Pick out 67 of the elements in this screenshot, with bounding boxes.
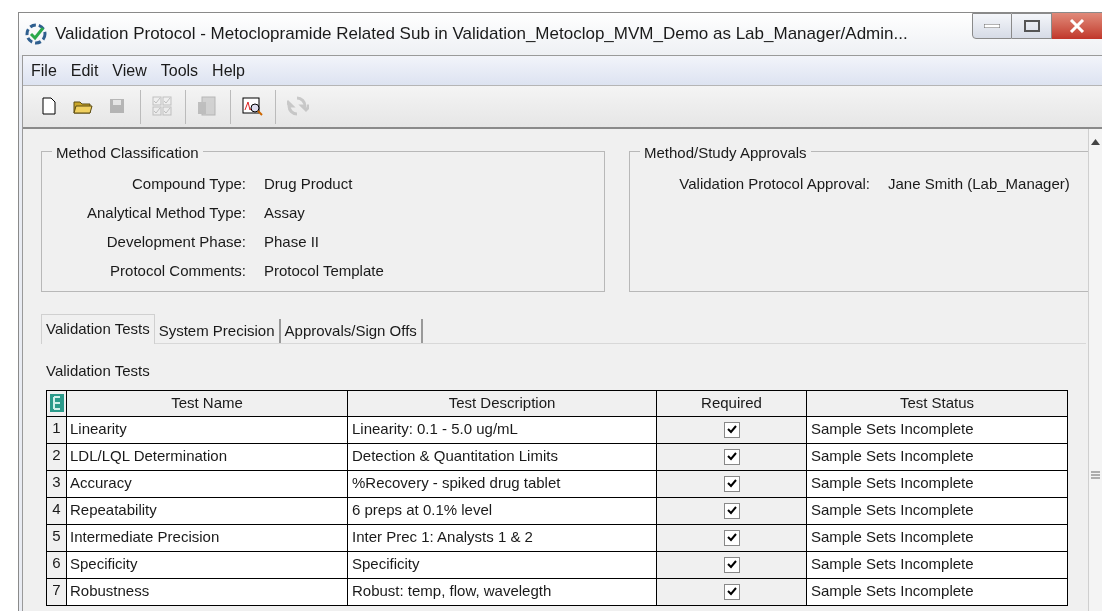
table-cell: %Recovery - spiked drug tablet [347, 470, 657, 497]
checkbox[interactable] [723, 502, 740, 519]
app-logo-icon [25, 23, 47, 45]
maximize-button[interactable] [1012, 13, 1052, 39]
row-number: 4 [46, 497, 67, 524]
table-cell: Sample Sets Incomplete [806, 524, 1068, 551]
section-title: Validation Tests [46, 361, 151, 381]
field-label: Development Phase: [105, 232, 247, 253]
table-cell: Sample Sets Incomplete [806, 470, 1068, 497]
table-cell: Repeatability [66, 497, 348, 524]
table-cell: Inter Prec 1: Analysts 1 & 2 [347, 524, 657, 551]
menu-item[interactable]: File [31, 58, 57, 83]
field-value: Jane Smith (Lab_Manager) [888, 174, 1070, 195]
window-title: Validation Protocol - Metoclopramide Related Sub in Validation_Metoclop_MVM_Demo as Lab_Manager/Admin... [55, 23, 908, 46]
minimize-icon [984, 24, 1000, 28]
scroll-grip-icon [1091, 471, 1100, 479]
table-cell: Accuracy [66, 470, 348, 497]
close-button[interactable] [1052, 13, 1102, 39]
table-cell: Specificity [347, 551, 657, 578]
menu-item[interactable]: View [112, 58, 147, 83]
table-cell: Sample Sets Incomplete [806, 578, 1068, 605]
table-cell: Linearity: 0.1 - 5.0 ug/mL [347, 416, 657, 443]
table-cell: Sample Sets Incomplete [806, 551, 1068, 578]
checkbox[interactable] [723, 529, 740, 546]
table-cell: 6 preps at 0.1% level [347, 497, 657, 524]
column-header[interactable]: Required [656, 390, 807, 416]
row-number: 7 [46, 578, 67, 605]
menu-item[interactable]: Help [212, 58, 245, 83]
field-value: Assay [264, 203, 305, 224]
column-header[interactable]: Test Status [806, 390, 1068, 416]
scroll-up-arrow-icon[interactable] [1091, 139, 1100, 145]
field-label: Protocol Comments: [109, 261, 247, 282]
table-cell: Sample Sets Incomplete [806, 416, 1068, 443]
table-menu-icon[interactable] [49, 394, 64, 412]
checkbox[interactable] [723, 421, 740, 438]
checkbox[interactable] [723, 475, 740, 492]
row-number: 5 [46, 524, 67, 551]
field-label: Analytical Method Type: [86, 203, 247, 224]
maximize-icon [1023, 20, 1040, 32]
table-cell: Robust: temp, flow, wavelegth [347, 578, 657, 605]
row-number: 2 [46, 443, 67, 470]
column-header[interactable]: Test Description [347, 390, 657, 416]
table-cell: Intermediate Precision [66, 524, 348, 551]
field-value: Phase II [264, 232, 320, 253]
table-cell: Detection & Quantitation Limits [347, 443, 657, 470]
menu-item[interactable]: Tools [160, 58, 199, 83]
checkbox[interactable] [723, 556, 740, 573]
table-cell: Specificity [66, 551, 348, 578]
field-value: Protocol Template [264, 261, 384, 282]
row-number: 1 [46, 416, 67, 443]
tab[interactable]: Validation Tests [41, 314, 155, 344]
row-number: 6 [46, 551, 67, 578]
close-icon [1069, 19, 1085, 33]
field-label: Validation Protocol Approval: [678, 174, 871, 195]
minimize-button[interactable] [972, 13, 1012, 39]
table-cell: Sample Sets Incomplete [806, 443, 1068, 470]
field-label: Compound Type: [131, 174, 247, 195]
table-cell: Robustness [66, 578, 348, 605]
field-value: Drug Product [264, 174, 353, 195]
column-header[interactable]: Test Name [66, 390, 348, 416]
menu-item[interactable]: Edit [70, 58, 99, 83]
checkbox[interactable] [723, 583, 740, 600]
row-number: 3 [46, 470, 67, 497]
table-cell: LDL/LQL Determination [66, 443, 348, 470]
table-cell: Linearity [66, 416, 348, 443]
table-cell: Sample Sets Incomplete [806, 497, 1068, 524]
checkbox[interactable] [723, 448, 740, 465]
